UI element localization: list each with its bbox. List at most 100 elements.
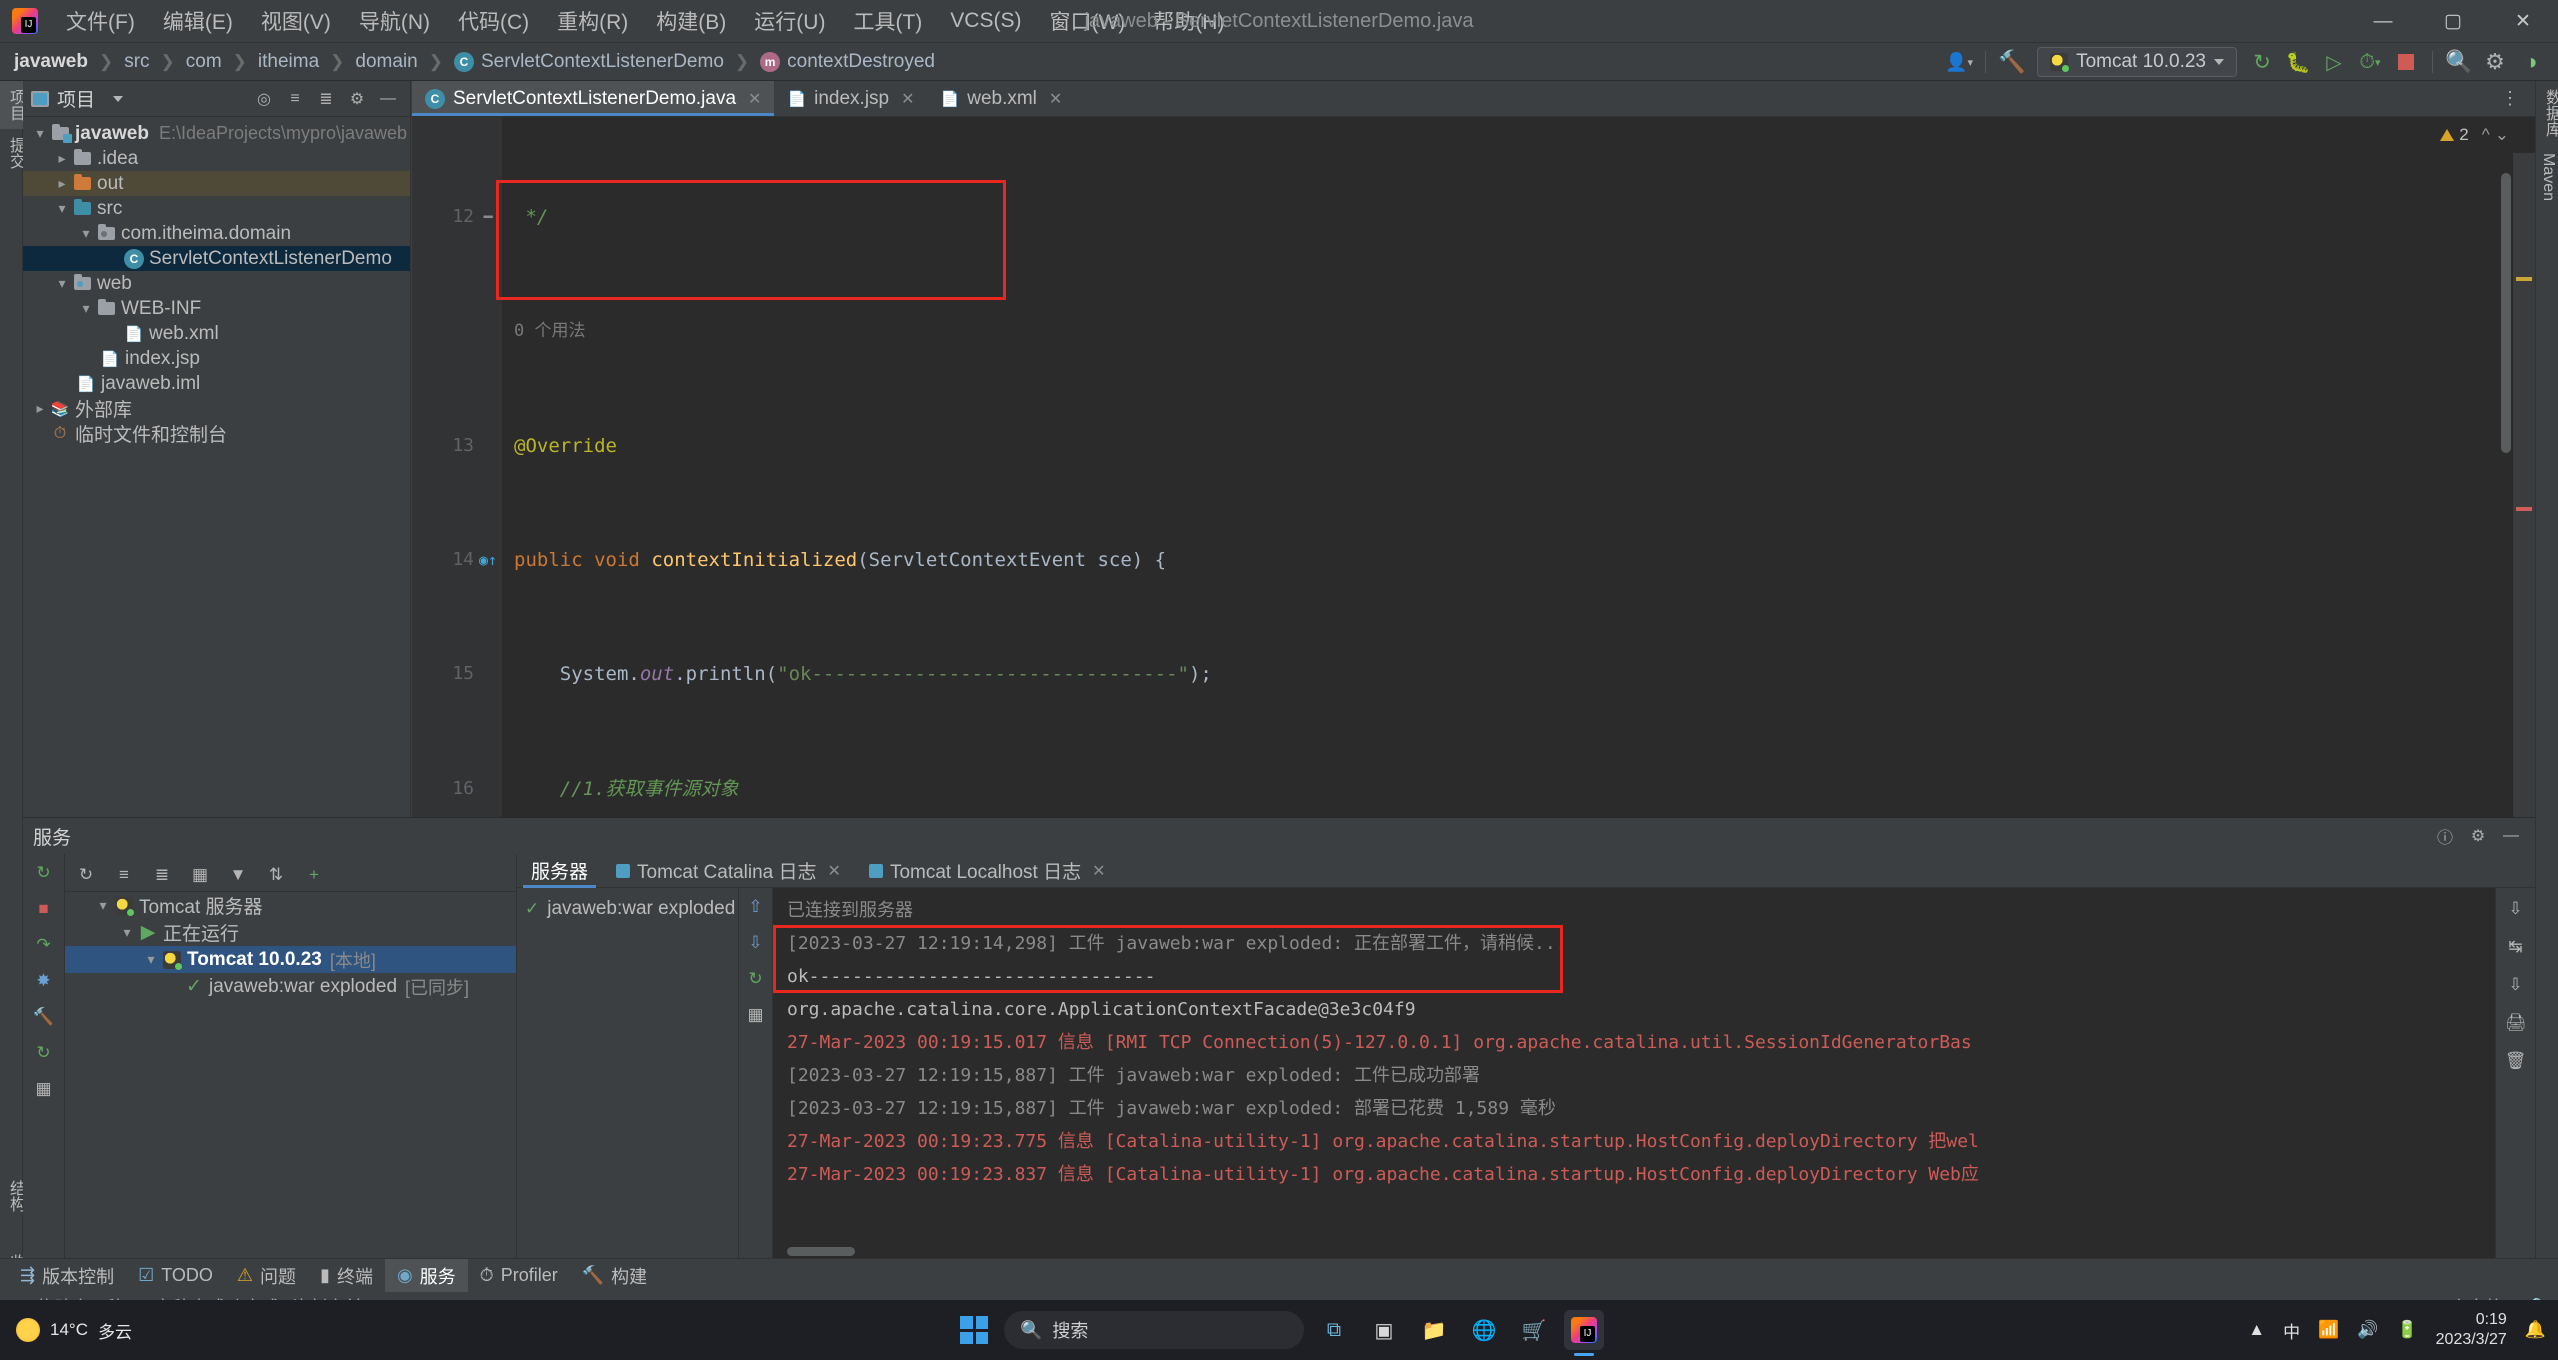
menu-tools[interactable]: 工具(T) bbox=[839, 2, 936, 40]
redeploy-icon[interactable]: ↷ bbox=[31, 932, 57, 958]
usage-hint[interactable]: 0 个用法 bbox=[502, 317, 585, 346]
edge-browser-icon[interactable]: 🌐 bbox=[1464, 1310, 1504, 1350]
print-icon[interactable]: 🖨 bbox=[2503, 1010, 2529, 1036]
twisty-icon[interactable]: ▸ bbox=[31, 400, 49, 417]
chevron-up-icon[interactable]: ▲ bbox=[2248, 1320, 2265, 1340]
breadcrumb-item-class[interactable]: C ServletContextListenerDemo bbox=[454, 51, 724, 73]
hide-icon[interactable]: — bbox=[374, 85, 402, 113]
refresh-icon[interactable]: ↻ bbox=[31, 1040, 57, 1066]
store-icon[interactable]: 🛒 bbox=[1514, 1310, 1554, 1350]
toolwindow-build[interactable]: 🔨 构建 bbox=[570, 1259, 659, 1293]
deploy-icon[interactable]: ▦ bbox=[743, 1002, 769, 1028]
close-icon[interactable]: ✕ bbox=[1092, 861, 1105, 881]
soft-wrap-icon[interactable]: ↹ bbox=[2503, 934, 2529, 960]
tree-node-src[interactable]: ▾ src bbox=[23, 196, 410, 221]
error-stripe-panel[interactable] bbox=[2513, 153, 2535, 817]
settings-icon[interactable]: ⚙ bbox=[343, 85, 371, 113]
taskbar-clock[interactable]: 0:19 2023/3/27 bbox=[2436, 1310, 2507, 1350]
rerun-icon[interactable]: ↻ bbox=[31, 860, 57, 886]
editor-tab-indexjsp[interactable]: 📄 index.jsp ✕ bbox=[774, 81, 927, 116]
stop-icon[interactable] bbox=[2389, 45, 2423, 79]
user-icon[interactable]: 👤▾ bbox=[1942, 45, 1976, 79]
tree-node-javawebiml[interactable]: 📄 javaweb.iml bbox=[23, 371, 410, 396]
breadcrumb-item-itheima[interactable]: itheima bbox=[258, 51, 319, 73]
project-panel-title-group[interactable]: 项目 bbox=[31, 85, 123, 112]
twisty-icon[interactable]: ▸ bbox=[53, 150, 71, 167]
twisty-icon[interactable]: ▾ bbox=[53, 200, 71, 217]
services-tab-localhost-log[interactable]: Tomcat Localhost 日志 ✕ bbox=[855, 854, 1120, 888]
breadcrumb-item-src[interactable]: src bbox=[124, 51, 149, 73]
twisty-icon[interactable]: ▾ bbox=[31, 125, 49, 142]
fold-marker-icon[interactable]: ━ bbox=[474, 203, 502, 232]
breadcrumb-item-project[interactable]: javaweb bbox=[14, 51, 88, 73]
chevron-down-icon[interactable] bbox=[113, 96, 123, 102]
build-hammer-icon[interactable]: 🔨 bbox=[1995, 45, 2029, 79]
battery-icon[interactable]: 🔋 bbox=[2396, 1320, 2417, 1340]
sort-icon[interactable]: ⇅ bbox=[263, 862, 289, 888]
taskbar-search-box[interactable]: 🔍 搜索 bbox=[1004, 1311, 1304, 1349]
close-button[interactable]: ✕ bbox=[2488, 0, 2558, 43]
tree-node-package[interactable]: ▾ com.itheima.domain bbox=[23, 221, 410, 246]
scroll-to-end-icon[interactable]: ⇩ bbox=[2503, 896, 2529, 922]
updates-icon[interactable]: ◑ bbox=[2514, 45, 2548, 79]
toolwindow-todo[interactable]: ☑ TODO bbox=[126, 1261, 225, 1290]
toolwindow-services[interactable]: ◉ 服务 bbox=[385, 1259, 468, 1293]
close-icon[interactable]: ✕ bbox=[901, 89, 914, 109]
code-editor[interactable]: 12 ━ */ 0 个用法 13 @Override 14 ◉↑ bbox=[412, 117, 2535, 817]
gear-icon[interactable]: ⚙ bbox=[2478, 45, 2512, 79]
scroll-up-icon[interactable]: ⇧ bbox=[743, 894, 769, 920]
intellij-idea-icon[interactable] bbox=[1564, 1310, 1604, 1350]
breadcrumb-item-com[interactable]: com bbox=[186, 51, 222, 73]
services-node-tomcat-instance[interactable]: ▾ Tomcat 10.0.23 [本地] bbox=[65, 946, 516, 973]
menu-build[interactable]: 构建(B) bbox=[642, 2, 740, 40]
tree-node-web[interactable]: ▾ web bbox=[23, 271, 410, 296]
help-icon[interactable]: ⓘ bbox=[2431, 822, 2459, 850]
tree-node-indexjsp[interactable]: 📄 index.jsp bbox=[23, 346, 410, 371]
toolwindow-terminal[interactable]: ▮ 终端 bbox=[308, 1259, 385, 1293]
locate-icon[interactable]: ◎ bbox=[250, 85, 278, 113]
ime-icon[interactable]: 中 bbox=[2283, 1318, 2300, 1343]
layout-icon[interactable]: ▦ bbox=[31, 1076, 57, 1102]
collapse-all-icon[interactable]: ≣ bbox=[149, 862, 175, 888]
expand-all-icon[interactable]: ≡ bbox=[281, 85, 309, 113]
breadcrumb-item-method[interactable]: m contextDestroyed bbox=[760, 51, 935, 73]
restart-icon[interactable]: ↻ bbox=[743, 966, 769, 992]
task-view-icon[interactable]: ⧉ bbox=[1314, 1310, 1354, 1350]
build-hammer-icon[interactable]: 🔨 bbox=[31, 1004, 57, 1030]
group-icon[interactable]: ▦ bbox=[187, 862, 213, 888]
tree-node-webxml[interactable]: 📄 web.xml bbox=[23, 321, 410, 346]
taskbar-weather-widget[interactable]: 14°C 多云 bbox=[0, 1318, 132, 1343]
debug-bug-icon[interactable]: 🐛 bbox=[2281, 45, 2315, 79]
breadcrumb-item-domain[interactable]: domain bbox=[355, 51, 417, 73]
stop-icon[interactable]: ■ bbox=[31, 896, 57, 922]
menu-code[interactable]: 代码(C) bbox=[444, 2, 543, 40]
widgets-icon[interactable]: ▣ bbox=[1364, 1310, 1404, 1350]
maximize-button[interactable]: ▢ bbox=[2418, 0, 2488, 43]
scroll-down-icon[interactable]: ⇩ bbox=[743, 930, 769, 956]
editor-tab-webxml[interactable]: 📄 web.xml ✕ bbox=[928, 81, 1076, 116]
console-output[interactable]: 已连接到服务器 [2023-03-27 12:19:14,298] 工件 jav… bbox=[773, 888, 2495, 1260]
twisty-icon[interactable]: ▾ bbox=[77, 300, 95, 317]
twisty-icon[interactable]: ▾ bbox=[117, 924, 137, 941]
tree-node-idea[interactable]: ▸ .idea bbox=[23, 146, 410, 171]
services-node-tomcat-server[interactable]: ▾ Tomcat 服务器 bbox=[65, 892, 516, 919]
run-configuration-selector[interactable]: Tomcat 10.0.23 bbox=[2037, 47, 2237, 77]
tree-node-out[interactable]: ▸ out bbox=[23, 171, 410, 196]
expand-all-icon[interactable]: ≡ bbox=[111, 862, 137, 888]
hide-icon[interactable]: — bbox=[2497, 822, 2525, 850]
menu-run[interactable]: 运行(U) bbox=[740, 2, 839, 40]
twisty-icon[interactable]: ▸ bbox=[53, 175, 71, 192]
chevron-down-icon[interactable]: ⌄ bbox=[2495, 125, 2509, 145]
tree-node-javaweb[interactable]: ▾ javaweb E:\IdeaProjects\mypro\javaweb bbox=[23, 121, 410, 146]
tree-node-scratches[interactable]: ⏱ 临时文件和控制台 bbox=[23, 421, 410, 446]
menu-navigate[interactable]: 导航(N) bbox=[345, 2, 444, 40]
stripe-mark-warning[interactable] bbox=[2516, 277, 2532, 281]
editor-tab-servletcontextlistenerdemo[interactable]: C ServletContextListenerDemo.java ✕ bbox=[412, 81, 774, 116]
tool-tab-database[interactable]: 数据库 bbox=[2536, 81, 2558, 145]
export-icon[interactable]: ⇩ bbox=[2503, 972, 2529, 998]
volume-icon[interactable]: 🔊 bbox=[2357, 1320, 2378, 1340]
gear-icon[interactable]: ⚙ bbox=[2464, 822, 2492, 850]
tool-tab-maven[interactable]: Maven bbox=[2536, 145, 2558, 209]
close-icon[interactable]: ✕ bbox=[1049, 89, 1062, 109]
chevron-up-icon[interactable]: ^ bbox=[2482, 125, 2490, 145]
